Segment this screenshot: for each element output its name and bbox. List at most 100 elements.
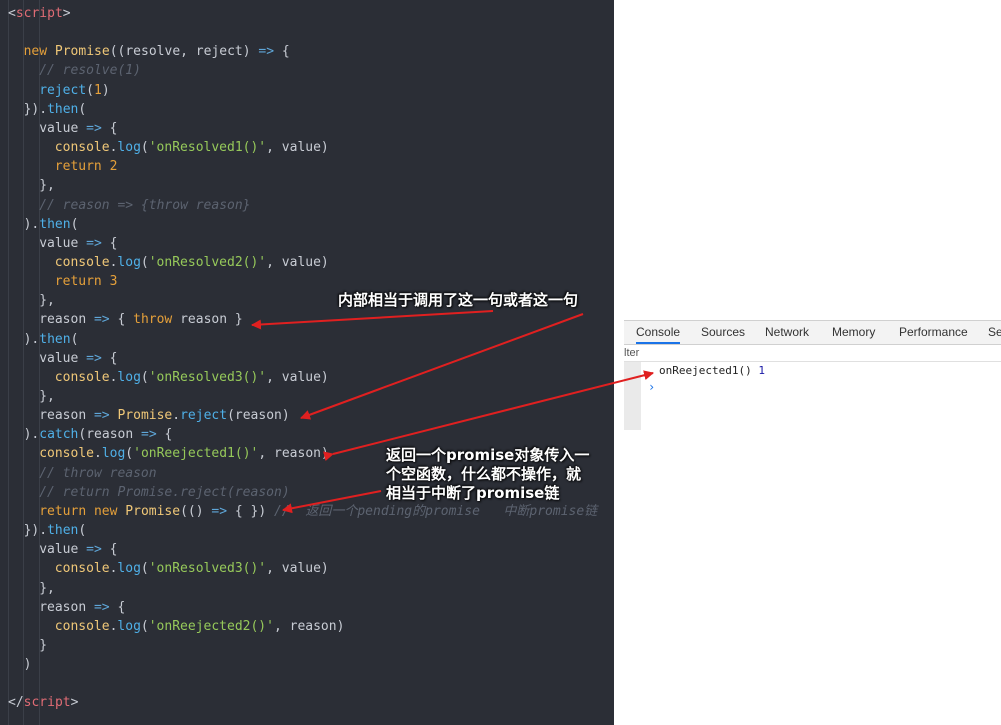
code-line: },	[39, 387, 55, 406]
log-message: onReejected1()	[659, 364, 752, 377]
code-token: then	[39, 331, 71, 347]
code-token: console	[54, 369, 110, 385]
code-token: ).	[23, 427, 40, 443]
code-token: value	[39, 542, 87, 558]
code-token: , value)	[266, 254, 329, 270]
code-line: }).then(	[24, 100, 87, 119]
code-line: console.log('onReejected1()', reason)	[39, 444, 329, 463]
code-token: return	[54, 274, 110, 290]
code-token: },	[39, 580, 55, 596]
code-line: ).then(	[24, 215, 79, 234]
code-token: reject	[39, 82, 87, 98]
code-token: 3	[109, 274, 118, 290]
code-token: },	[39, 178, 55, 194]
code-line: </script>	[8, 693, 78, 712]
tab-performance[interactable]: Performance	[899, 321, 968, 344]
code-token: {	[101, 235, 118, 251]
code-token: =>	[86, 350, 102, 366]
code-line: reason => { throw reason }	[39, 310, 243, 329]
code-token: >	[70, 695, 79, 711]
code-token: Promise	[125, 503, 181, 519]
console-prompt-icon[interactable]: ›	[648, 380, 655, 394]
code-token: then	[47, 523, 79, 539]
code-token: {	[156, 427, 173, 443]
code-token: 'onResolved2()'	[148, 254, 267, 270]
code-token: , value)	[266, 561, 329, 577]
code-line: }).then(	[24, 521, 87, 540]
code-token: 'onResolved3()'	[148, 369, 267, 385]
console-filter-input[interactable]: lter	[624, 345, 1001, 362]
code-token: },	[39, 389, 55, 404]
tab-memory[interactable]: Memory	[832, 321, 875, 344]
code-token: , value)	[266, 140, 329, 156]
code-token: 'onReejected2()'	[148, 618, 274, 634]
code-line: // reason => {throw reason}	[39, 196, 250, 215]
code-token: (	[78, 101, 87, 117]
code-token: (reason)	[227, 408, 290, 424]
code-token: }).	[23, 523, 48, 539]
code-token: }	[39, 637, 48, 653]
code-token: catch	[39, 427, 79, 443]
code-token: Promise	[54, 44, 110, 60]
annotation-bottom-line1: 返回一个promise对象传入一	[386, 446, 590, 464]
tab-sources[interactable]: Sources	[701, 321, 745, 344]
code-token: {	[101, 120, 118, 136]
code-token: (	[86, 82, 94, 98]
tab-more[interactable]: Se	[988, 321, 1001, 344]
code-token: return	[39, 503, 94, 519]
code-token: )	[101, 82, 110, 98]
code-line: },	[39, 176, 55, 195]
code-token: =>	[86, 120, 102, 136]
code-token: value	[39, 350, 87, 366]
indent-guide	[8, 0, 9, 725]
code-line: <script>	[8, 4, 71, 23]
code-token: log	[117, 254, 141, 270]
code-token: { })	[227, 503, 275, 519]
code-line: },	[39, 291, 55, 310]
code-token: console	[54, 561, 110, 577]
code-token: =>	[258, 44, 275, 60]
code-token: throw	[133, 312, 173, 328]
code-token: // reason => {throw reason}	[39, 197, 251, 213]
code-token: Promise	[117, 408, 173, 424]
code-line: // resolve(1)	[39, 61, 141, 80]
code-token: (	[140, 369, 149, 385]
code-token: =>	[211, 503, 228, 519]
code-token: reject	[180, 408, 228, 424]
code-line: return 2	[55, 157, 118, 176]
code-token: =>	[93, 408, 110, 424]
code-token: // 返回一个pending的promise 中断promise链	[274, 503, 598, 519]
annotation-bottom-line2: 个空函数，什么都不操作，就	[386, 465, 582, 483]
code-token: 1	[93, 82, 102, 98]
console-gutter	[624, 362, 641, 430]
code-token: {	[109, 312, 134, 328]
code-token: , reason)	[273, 618, 345, 634]
code-token: (	[70, 216, 79, 232]
code-token: =>	[93, 599, 110, 615]
code-token: 'onReejected1()'	[133, 446, 259, 462]
code-token: 'onResolved1()'	[148, 140, 267, 156]
console-output: onReejected1() 1 ›	[624, 362, 1001, 430]
code-token: ).	[23, 216, 40, 232]
code-token: (reason	[78, 427, 142, 443]
code-token: then	[47, 101, 79, 117]
code-token: console	[54, 140, 110, 156]
tab-network[interactable]: Network	[765, 321, 809, 344]
code-token: (()	[180, 503, 212, 519]
code-token: console	[54, 254, 110, 270]
code-token: ((resolve, reject)	[109, 44, 259, 60]
code-token: =>	[86, 542, 102, 558]
tab-console[interactable]: Console	[636, 321, 681, 344]
code-token: // return Promise.reject(reason)	[39, 484, 290, 500]
code-line: return new Promise(() => { }) // 返回一个pen…	[39, 502, 597, 521]
code-line: reason => {	[39, 598, 125, 617]
code-token: =>	[86, 235, 102, 251]
code-token: console	[54, 618, 110, 634]
code-line: return 3	[55, 272, 118, 291]
code-line: new Promise((resolve, reject) => {	[24, 42, 290, 61]
code-token: log	[117, 618, 141, 634]
code-token: ).	[23, 331, 40, 347]
code-line: console.log('onResolved3()', value)	[55, 368, 329, 387]
code-token: log	[101, 446, 126, 462]
code-token: <	[8, 6, 16, 21]
